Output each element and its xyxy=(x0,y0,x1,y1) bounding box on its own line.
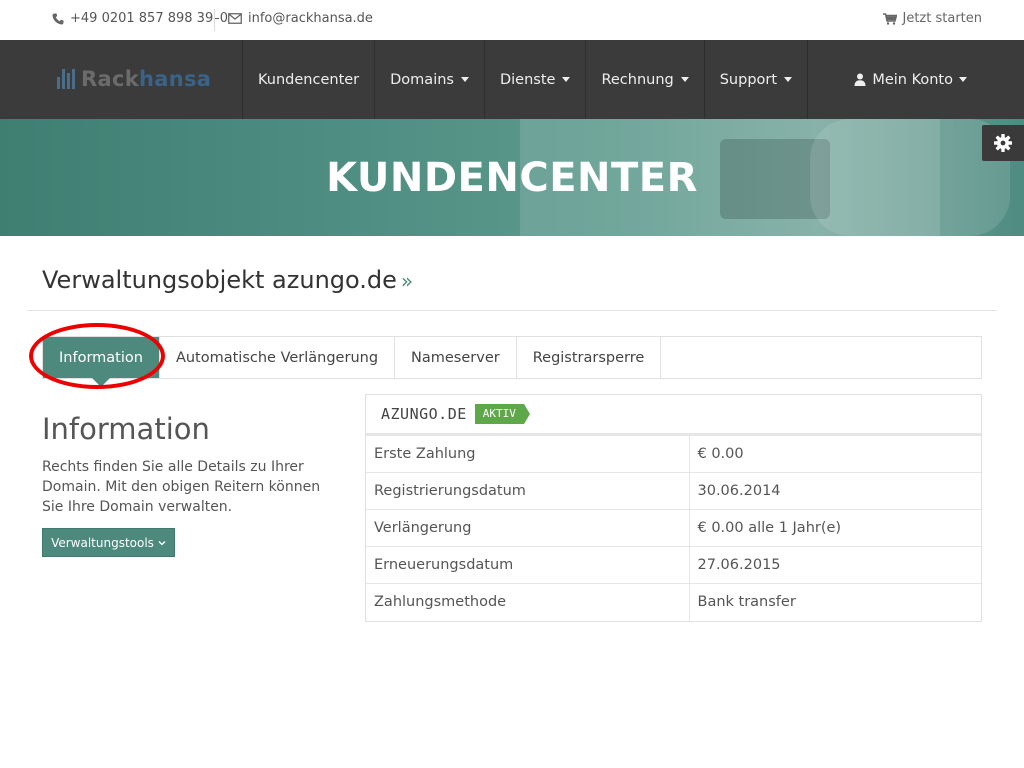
cart-label: Jetzt starten xyxy=(902,11,983,26)
tab-label: Registrarsperre xyxy=(532,349,645,366)
tab-label: Information xyxy=(59,349,143,366)
info-description: Rechts finden Sie alle Details zu Ihrer … xyxy=(42,459,321,515)
nav-item-rechnung[interactable]: Rechnung xyxy=(585,40,703,119)
tab-registrarsperre[interactable]: Registrarsperre xyxy=(517,337,662,378)
logo-wordmark: Rackhansa xyxy=(81,67,212,91)
nav-item-label: Rechnung xyxy=(601,71,674,88)
phone-contact[interactable]: +49 0201 857 898 39–0 xyxy=(52,11,228,26)
table-row: Zahlungsmethode Bank transfer xyxy=(366,583,981,621)
row-value: € 0.00 xyxy=(689,435,981,473)
row-label: Registrierungsdatum xyxy=(366,472,690,510)
settings-toggle-button[interactable] xyxy=(982,125,1024,161)
logo-bars-icon xyxy=(57,69,75,89)
tab-automatische-verlaengerung[interactable]: Automatische Verlängerung xyxy=(160,337,396,378)
info-heading: Information xyxy=(42,412,210,446)
domain-details-table: Erste Zahlung € 0.00 Registrierungsdatum… xyxy=(366,435,981,621)
row-label: Zahlungsmethode xyxy=(366,583,690,621)
nav-item-label: Kundencenter xyxy=(258,71,360,88)
cart-icon xyxy=(882,12,897,25)
nav-menu: Kundencenter Domains Dienste Rechnung Su… xyxy=(242,40,809,119)
nav-item-label: Dienste xyxy=(499,71,556,88)
phone-number: +49 0201 857 898 39–0 xyxy=(70,11,228,26)
caret-down-icon xyxy=(562,77,571,82)
envelope-icon xyxy=(228,13,242,24)
table-row: Erste Zahlung € 0.00 xyxy=(366,435,981,473)
chevron-down-icon xyxy=(158,540,166,545)
brand-logo[interactable]: Rackhansa xyxy=(57,64,211,94)
page-title-text: Verwaltungsobjekt azungo.de xyxy=(42,266,397,294)
main-navbar: Rackhansa Kundencenter Domains Dienste R… xyxy=(0,40,1024,119)
tab-information[interactable]: Information xyxy=(43,337,160,387)
email-address: info@rackhansa.de xyxy=(248,11,373,26)
tab-label: Automatische Verlängerung xyxy=(175,349,379,366)
caret-down-icon xyxy=(680,77,689,82)
phone-icon xyxy=(52,13,64,24)
caret-down-icon xyxy=(959,77,967,82)
page-title: Verwaltungsobjekt azungo.de» xyxy=(42,266,413,294)
hero-title: KUNDENCENTER xyxy=(326,155,698,201)
table-row: Registrierungsdatum 30.06.2014 xyxy=(366,472,981,510)
user-icon xyxy=(854,73,866,86)
tab-nameserver[interactable]: Nameserver xyxy=(395,337,517,378)
divider xyxy=(27,310,997,311)
management-tools-button[interactable]: Verwaltungstools xyxy=(42,528,175,557)
tab-label: Nameserver xyxy=(411,349,500,366)
nav-item-kundencenter[interactable]: Kundencenter xyxy=(242,40,374,119)
row-label: Erneuerungsdatum xyxy=(366,546,690,584)
row-value: Bank transfer xyxy=(689,583,981,621)
contact-divider xyxy=(214,9,215,31)
button-label: Verwaltungstools xyxy=(51,535,154,550)
cart-link[interactable]: Jetzt starten xyxy=(882,11,983,26)
nav-item-support[interactable]: Support xyxy=(703,40,809,119)
table-row: Verlängerung € 0.00 alle 1 Jahr(e) xyxy=(366,509,981,547)
nav-item-domains[interactable]: Domains xyxy=(374,40,484,119)
caret-down-icon xyxy=(460,77,469,82)
nav-item-label: Support xyxy=(719,71,778,88)
gear-icon xyxy=(994,134,1012,152)
breadcrumb-arrow: » xyxy=(400,269,414,293)
row-value: € 0.00 alle 1 Jahr(e) xyxy=(689,509,981,547)
hero-banner: KUNDENCENTER xyxy=(0,119,1024,236)
nav-item-dienste[interactable]: Dienste xyxy=(483,40,585,119)
row-value: 30.06.2014 xyxy=(689,472,981,510)
domain-name: AZUNGO.DE xyxy=(381,405,467,423)
table-row: Erneuerungsdatum 27.06.2015 xyxy=(366,546,981,584)
status-badge: AKTIV xyxy=(474,404,531,424)
row-label: Erste Zahlung xyxy=(366,435,690,473)
email-contact[interactable]: info@rackhansa.de xyxy=(228,11,373,26)
account-menu[interactable]: Mein Konto xyxy=(854,40,967,119)
domain-details-panel: AZUNGO.DE AKTIV Erste Zahlung € 0.00 Reg… xyxy=(365,394,982,622)
row-value: 27.06.2015 xyxy=(689,546,981,584)
panel-header: AZUNGO.DE AKTIV xyxy=(366,395,981,435)
nav-item-label: Domains xyxy=(390,71,454,88)
domain-tabs: Information Automatische Verlängerung Na… xyxy=(42,336,982,387)
row-label: Verlängerung xyxy=(366,509,690,547)
account-label: Mein Konto xyxy=(872,71,953,88)
caret-down-icon xyxy=(784,77,793,82)
top-contact-bar: +49 0201 857 898 39–0 info@rackhansa.de … xyxy=(0,0,1024,40)
